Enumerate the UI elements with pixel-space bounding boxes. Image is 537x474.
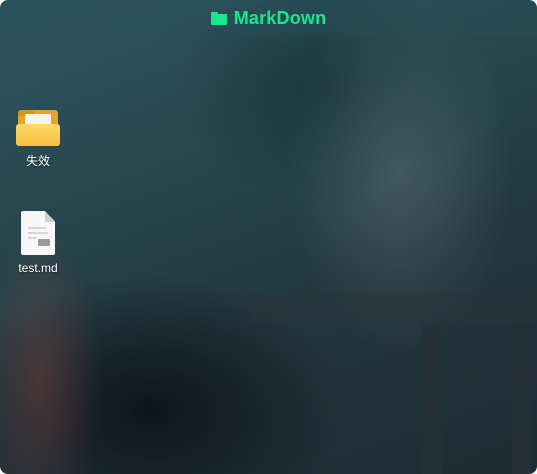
fence-rail — [250, 292, 537, 324]
folder-icon — [16, 110, 60, 146]
file-item[interactable]: test.md — [3, 211, 73, 275]
window-title: MarkDown — [233, 7, 327, 28]
fence-post — [422, 324, 442, 474]
fence-post — [512, 324, 532, 474]
background-fence — [250, 292, 537, 474]
folder-icon — [210, 11, 227, 25]
folder-item-label: 失效 — [25, 154, 50, 168]
file-item-label: test.md — [18, 261, 58, 275]
folder-item[interactable]: 失效 — [3, 110, 73, 169]
title-group: MarkDown — [210, 7, 327, 29]
markdown-file-icon — [21, 211, 55, 255]
title-bar[interactable]: MarkDown — [0, 0, 537, 36]
file-explorer-window: MarkDown 失效 test.md — [0, 0, 537, 474]
